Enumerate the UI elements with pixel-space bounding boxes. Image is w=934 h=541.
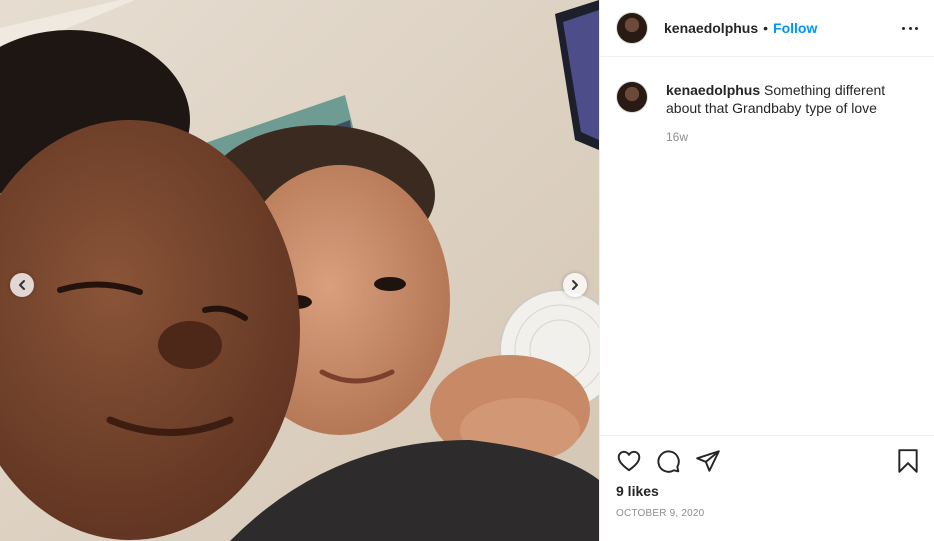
chevron-right-icon: [572, 280, 578, 290]
caption-text: kenaedolphus Something different about t…: [666, 81, 906, 117]
save-button[interactable]: [895, 448, 921, 474]
comment-icon: [657, 450, 680, 473]
avatar[interactable]: [616, 12, 648, 44]
share-button[interactable]: [695, 448, 721, 474]
more-options-dot: [908, 26, 912, 30]
caption-section: kenaedolphus Something different about t…: [600, 57, 934, 144]
comment-button[interactable]: [655, 448, 681, 474]
action-icons: [616, 448, 921, 474]
photo-image: [0, 0, 599, 541]
like-button[interactable]: [616, 448, 642, 474]
more-options-dot: [915, 26, 918, 30]
like-count[interactable]: 9 likes: [616, 483, 659, 499]
action-bar: 9 likes OCTOBER 9, 2020: [600, 435, 934, 541]
more-options-button[interactable]: [902, 20, 918, 36]
username-link[interactable]: kenaedolphus: [664, 20, 758, 36]
post-side-panel: kenaedolphus • Follow kenaedolphus Somet…: [599, 0, 934, 541]
caption-body: kenaedolphus Something different about t…: [666, 81, 906, 144]
heart-icon: [617, 450, 641, 472]
instagram-post: kenaedolphus • Follow kenaedolphus Somet…: [0, 0, 934, 541]
more-options-icon: [902, 26, 905, 30]
post-header: kenaedolphus • Follow: [600, 0, 934, 57]
post-photo[interactable]: [0, 0, 599, 541]
caption-username-link[interactable]: kenaedolphus: [666, 82, 760, 98]
caption-timestamp[interactable]: 16w: [666, 130, 906, 144]
paper-plane-icon: [696, 450, 720, 472]
post-date[interactable]: OCTOBER 9, 2020: [616, 508, 704, 519]
separator-dot: •: [763, 20, 769, 36]
previous-photo-button[interactable]: [10, 273, 34, 297]
caption-avatar[interactable]: [616, 81, 648, 113]
chevron-left-icon: [19, 280, 25, 290]
bookmark-icon: [898, 449, 918, 473]
follow-button[interactable]: Follow: [773, 20, 817, 36]
next-photo-button[interactable]: [563, 273, 587, 297]
